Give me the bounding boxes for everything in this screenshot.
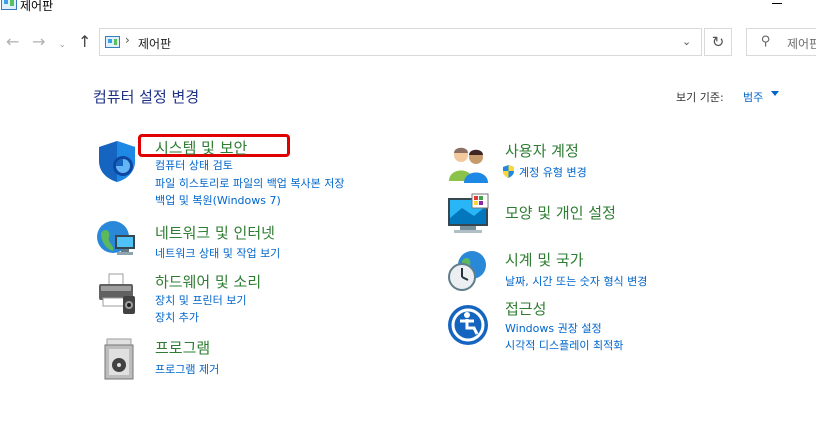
link-change-account-type[interactable]: 계정 유형 변경 [519, 164, 587, 180]
address-dropdown-button[interactable]: ⌄ [682, 35, 691, 48]
up-button[interactable]: ↑ [78, 34, 91, 50]
link-file-history-backup[interactable]: 파일 히스토리로 파일의 백업 복사본 저장 [155, 175, 345, 191]
users-icon[interactable] [446, 141, 490, 185]
shield-icon[interactable] [95, 139, 139, 183]
clock-globe-icon[interactable] [446, 249, 490, 293]
category-title-appearance[interactable]: 모양 및 개인 설정 [505, 202, 616, 223]
category-title-user-accounts[interactable]: 사용자 계정 [505, 140, 579, 161]
back-button[interactable]: ← [6, 34, 19, 50]
view-by-dropdown[interactable]: 범주 [743, 89, 763, 105]
link-change-date-time-format[interactable]: 날짜, 시간 또는 숫자 형식 변경 [505, 273, 647, 289]
category-title-ease-of-access[interactable]: 접근성 [505, 298, 546, 319]
category-title-clock-region[interactable]: 시계 및 국가 [505, 249, 584, 270]
link-network-status[interactable]: 네트워크 상태 및 작업 보기 [155, 245, 280, 261]
accessibility-icon[interactable] [446, 303, 490, 347]
category-title-network-internet[interactable]: 네트워크 및 인터넷 [155, 222, 275, 243]
link-recommended-settings[interactable]: Windows 권장 설정 [505, 320, 602, 336]
category-title-system-security[interactable]: 시스템 및 보안 [155, 137, 247, 158]
page-title: 컴퓨터 설정 변경 [93, 88, 200, 106]
search-placeholder: 제어판 [787, 37, 816, 51]
link-optimize-display[interactable]: 시각적 디스플레이 최적화 [505, 337, 623, 353]
display-palette-icon[interactable] [446, 192, 490, 236]
minimize-button[interactable] [772, 0, 784, 8]
search-icon: ⚲ [761, 34, 771, 49]
link-devices-printers[interactable]: 장치 및 프린터 보기 [155, 292, 246, 308]
programs-icon[interactable] [99, 337, 143, 381]
chevron-down-icon[interactable] [771, 91, 779, 96]
search-input[interactable]: ⚲ 제어판 [746, 28, 816, 56]
link-uninstall-program[interactable]: 프로그램 제거 [155, 361, 219, 377]
breadcrumb-separator[interactable]: › [125, 33, 130, 47]
title-bar: 제어판 [0, 0, 816, 22]
category-title-hardware-sound[interactable]: 하드웨어 및 소리 [155, 271, 261, 292]
breadcrumb-control-panel[interactable]: 제어판 [138, 35, 171, 52]
address-bar[interactable]: › 제어판 ⌄ [99, 28, 702, 56]
link-add-device[interactable]: 장치 추가 [155, 309, 199, 325]
view-by-label: 보기 기준: [676, 91, 724, 104]
recent-locations-button[interactable]: ⌄ [59, 37, 66, 53]
link-backup-restore[interactable]: 백업 및 복원(Windows 7) [155, 192, 281, 208]
link-review-computer-status[interactable]: 컴퓨터 상태 검토 [155, 157, 233, 173]
network-globe-icon[interactable] [95, 217, 139, 261]
control-panel-icon [1, 0, 17, 10]
uac-shield-icon [503, 165, 514, 178]
window-title: 제어판 [20, 0, 54, 13]
category-title-programs[interactable]: 프로그램 [155, 337, 210, 358]
control-panel-icon [105, 36, 120, 48]
refresh-button[interactable]: ↻ [704, 28, 732, 56]
forward-button[interactable]: → [32, 34, 45, 50]
printer-icon[interactable] [95, 272, 139, 316]
